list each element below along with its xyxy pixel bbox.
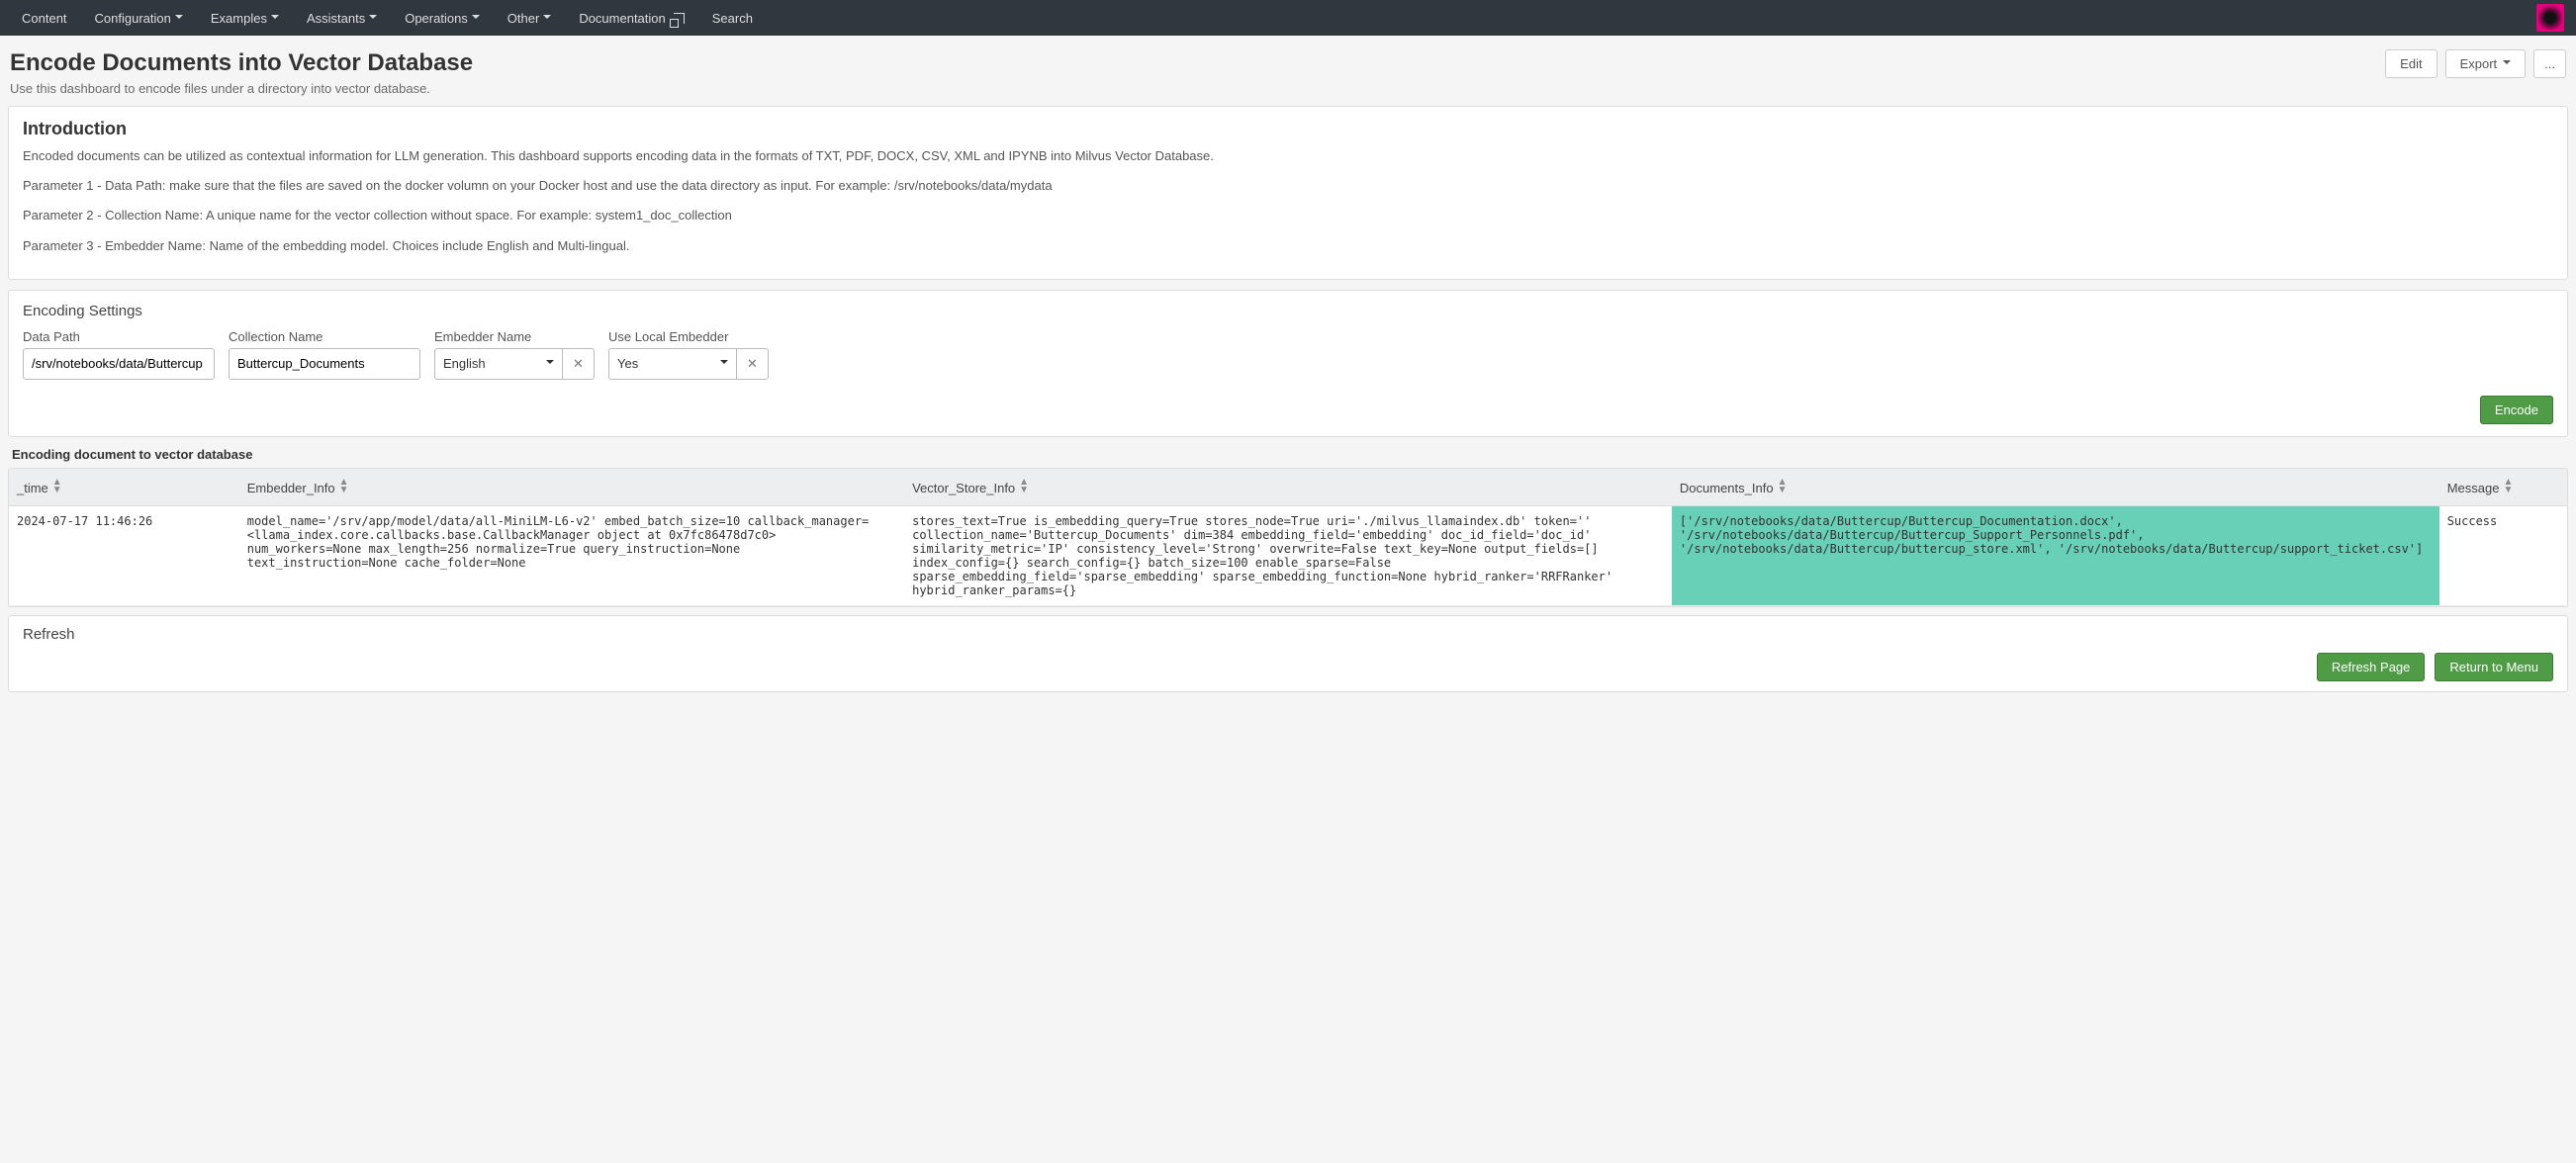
chevron-down-icon (546, 356, 554, 371)
embedder-clear-button[interactable]: ✕ (563, 348, 595, 380)
nav-other[interactable]: Other (494, 0, 566, 36)
nav-operations[interactable]: Operations (391, 0, 494, 36)
sort-icon: ▲▼ (52, 479, 62, 494)
chevron-down-icon (175, 11, 183, 26)
embedder-name-label: Embedder Name (434, 329, 595, 344)
chevron-down-icon (543, 11, 551, 26)
page-header: Encode Documents into Vector Database Us… (0, 36, 2576, 106)
encoding-settings-panel: Encoding Settings Data Path Collection N… (8, 290, 2568, 437)
cell-embedder-info: model_name='/srv/app/model/data/all-Mini… (239, 505, 904, 605)
refresh-panel: Refresh Refresh Page Return to Menu (8, 615, 2568, 692)
nav-content[interactable]: Content (8, 0, 81, 36)
nav-examples[interactable]: Examples (197, 0, 293, 36)
sort-icon: ▲▼ (339, 479, 349, 494)
collection-name-input[interactable] (229, 348, 420, 380)
intro-line-3: Parameter 2 - Collection Name: A unique … (23, 207, 2553, 224)
chevron-down-icon (720, 356, 728, 371)
page-subtitle: Use this dashboard to encode files under… (10, 81, 2385, 96)
avatar[interactable] (2536, 4, 2564, 32)
settings-heading: Encoding Settings (23, 303, 2553, 319)
table-row: 2024-07-17 11:46:26 model_name='/srv/app… (9, 505, 2567, 605)
close-icon: ✕ (573, 356, 584, 372)
results-table: _time▲▼ Embedder_Info▲▼ Vector_Store_Inf… (8, 468, 2568, 607)
column-embedder-info[interactable]: Embedder_Info▲▼ (239, 469, 904, 506)
close-icon: ✕ (747, 356, 758, 372)
column-vector-store-info[interactable]: Vector_Store_Info▲▼ (904, 469, 1672, 506)
sort-icon: ▲▼ (1019, 479, 1029, 494)
page-title: Encode Documents into Vector Database (10, 49, 2385, 77)
edit-button[interactable]: Edit (2385, 49, 2437, 78)
use-local-embedder-label: Use Local Embedder (608, 329, 769, 344)
embedder-name-select[interactable]: English (434, 348, 563, 380)
more-button[interactable]: ... (2533, 49, 2566, 78)
nav-search[interactable]: Search (698, 0, 767, 36)
cell-vector-store-info: stores_text=True is_embedding_query=True… (904, 505, 1672, 605)
nav-documentation[interactable]: Documentation (565, 0, 697, 36)
collection-name-label: Collection Name (229, 329, 420, 344)
intro-line-1: Encoded documents can be utilized as con… (23, 147, 2553, 165)
intro-line-2: Parameter 1 - Data Path: make sure that … (23, 177, 2553, 195)
column-message[interactable]: Message▲▼ (2439, 469, 2567, 506)
intro-line-4: Parameter 3 - Embedder Name: Name of the… (23, 237, 2553, 255)
data-path-label: Data Path (23, 329, 215, 344)
chevron-down-icon (472, 11, 480, 26)
nav-configuration[interactable]: Configuration (81, 0, 197, 36)
introduction-panel: Introduction Encoded documents can be ut… (8, 106, 2568, 280)
nav-assistants[interactable]: Assistants (293, 0, 391, 36)
cell-message: Success (2439, 505, 2567, 605)
sort-icon: ▲▼ (1778, 479, 1788, 494)
sort-icon: ▲▼ (2503, 479, 2513, 494)
external-link-icon (674, 13, 685, 24)
use-local-embedder-select[interactable]: Yes (608, 348, 737, 380)
chevron-down-icon (369, 11, 377, 26)
cell-time: 2024-07-17 11:46:26 (9, 505, 239, 605)
export-button[interactable]: Export (2445, 49, 2527, 78)
cell-documents-info: ['/srv/notebooks/data/Buttercup/Buttercu… (1672, 505, 2439, 605)
chevron-down-icon (2503, 56, 2511, 71)
column-time[interactable]: _time▲▼ (9, 469, 239, 506)
data-path-input[interactable] (23, 348, 215, 380)
chevron-down-icon (271, 11, 279, 26)
results-title: Encoding document to vector database (12, 447, 2568, 462)
column-documents-info[interactable]: Documents_Info▲▼ (1672, 469, 2439, 506)
top-nav: Content Configuration Examples Assistant… (0, 0, 2576, 36)
introduction-heading: Introduction (23, 119, 2553, 139)
refresh-page-button[interactable]: Refresh Page (2317, 653, 2426, 681)
local-embedder-clear-button[interactable]: ✕ (737, 348, 769, 380)
return-to-menu-button[interactable]: Return to Menu (2435, 653, 2553, 681)
refresh-heading: Refresh (23, 626, 2553, 643)
encode-button[interactable]: Encode (2480, 396, 2553, 424)
